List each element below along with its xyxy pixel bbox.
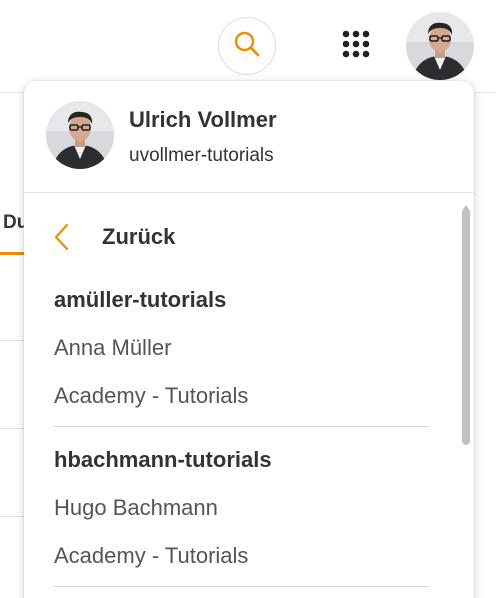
account-holder-name: Hugo Bachmann	[54, 495, 218, 520]
search-button[interactable]	[218, 17, 276, 75]
avatar	[46, 101, 114, 169]
apps-menu-button[interactable]	[336, 26, 376, 66]
avatar	[406, 12, 474, 80]
chevron-left-icon	[42, 217, 82, 257]
user-name: Ulrich Vollmer	[129, 107, 277, 132]
account-divider	[54, 586, 429, 587]
account-organization: Academy - Tutorials	[54, 543, 249, 568]
account-id: hbachmann-tutorials	[54, 447, 272, 472]
account-divider	[54, 426, 429, 427]
app-stage: Du Ulrich Vollmer uvollmer-tutorials Zur…	[0, 0, 496, 598]
top-bar	[0, 0, 496, 93]
account-holder-name: Anna Müller	[54, 335, 172, 360]
account-organization: Academy - Tutorials	[54, 383, 249, 408]
back-label: Zurück	[102, 224, 176, 249]
user-handle: uvollmer-tutorials	[129, 145, 274, 166]
account-id: amüller-tutorials	[54, 287, 227, 312]
search-icon	[232, 29, 262, 64]
user-menu-dropdown: Ulrich Vollmer uvollmer-tutorials Zurück…	[24, 81, 474, 598]
user-menu-header: Ulrich Vollmer uvollmer-tutorials	[24, 81, 474, 193]
scrollbar-thumb[interactable]	[462, 209, 470, 445]
scroll-up-arrow[interactable]	[461, 199, 471, 211]
grid-apps-icon	[341, 29, 371, 64]
back-button[interactable]: Zurück	[42, 217, 342, 257]
user-avatar-button[interactable]	[406, 12, 474, 80]
